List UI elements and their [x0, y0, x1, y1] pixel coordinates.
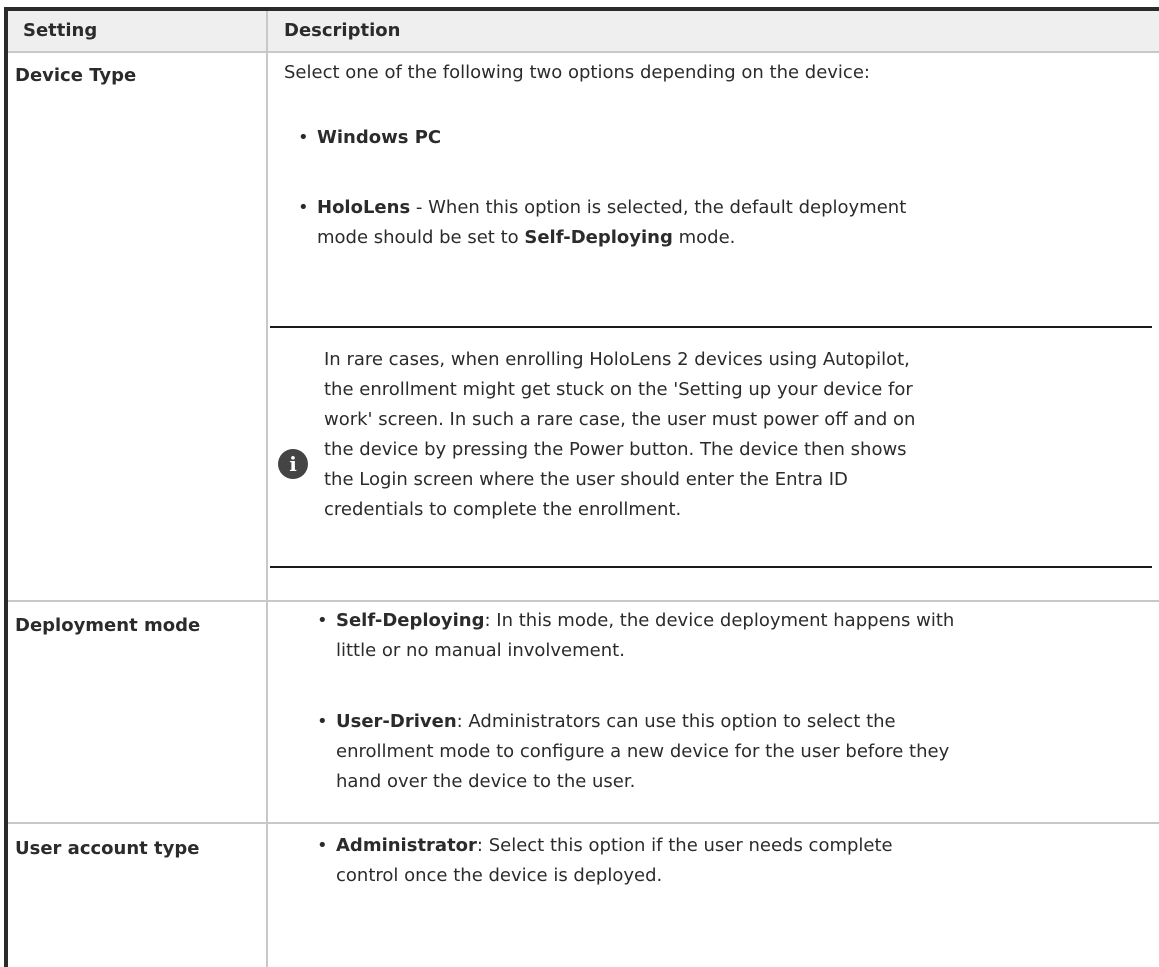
option-administrator: Administrator	[336, 835, 477, 856]
bullet: •	[298, 127, 309, 148]
bullet: •	[317, 835, 328, 856]
option-user-driven: User-Driven	[336, 711, 457, 732]
device-type-intro: Select one of the following two options …	[284, 62, 870, 83]
option-user-driven-desc-3: hand over the device to the user.	[336, 771, 636, 792]
note-line: In rare cases, when enrolling HoloLens 2…	[324, 349, 910, 370]
option-hololens-desc: - When this option is selected, the defa…	[410, 197, 907, 218]
list-item: User-Driven: Administrators can use this…	[336, 707, 949, 797]
list-item: Self-Deploying: In this mode, the device…	[336, 606, 954, 666]
option-hololens: HoloLens	[317, 197, 411, 218]
option-self-deploying-desc-2: little or no manual involvement.	[336, 640, 625, 661]
list-item: HoloLens - When this option is selected,…	[317, 193, 906, 253]
option-self-deploying: Self-Deploying	[336, 610, 485, 631]
note-line: work' screen. In such a rare case, the u…	[324, 409, 916, 430]
bullet: •	[298, 197, 309, 218]
option-administrator-desc: : Select this option if the user needs c…	[476, 835, 893, 856]
setting-user-account-type: User account type	[15, 838, 200, 859]
bullet: •	[317, 711, 328, 732]
list-item: Windows PC	[317, 123, 441, 153]
note-line: the Login screen where the user should e…	[324, 469, 848, 490]
info-icon: i	[278, 449, 308, 479]
option-hololens-mode: Self-Deploying	[524, 227, 673, 248]
note-line: the device by pressing the Power button.…	[324, 439, 907, 460]
header-setting: Setting	[23, 20, 98, 41]
option-hololens-desc-3: mode.	[672, 227, 736, 248]
option-windows-pc: Windows PC	[317, 127, 442, 148]
note-bottom-rule	[270, 566, 1152, 568]
row-divider	[8, 600, 1159, 602]
header-description: Description	[284, 20, 401, 41]
option-administrator-desc-2: control once the device is deployed.	[336, 865, 663, 886]
option-hololens-desc-2: mode should be set to	[317, 227, 525, 248]
setting-deployment-mode: Deployment mode	[15, 615, 201, 636]
note-text: In rare cases, when enrolling HoloLens 2…	[324, 345, 915, 525]
table-header: Setting Description	[8, 11, 1159, 53]
note-top-rule	[270, 326, 1152, 328]
note-line: the enrollment might get stuck on the 'S…	[324, 379, 913, 400]
note-line: credentials to complete the enrollment.	[324, 499, 682, 520]
setting-device-type: Device Type	[15, 65, 137, 86]
list-item: Administrator: Select this option if the…	[336, 831, 893, 891]
option-user-driven-desc-2: enrollment mode to configure a new devic…	[336, 741, 950, 762]
option-user-driven-desc: : Administrators can use this option to …	[456, 711, 896, 732]
option-self-deploying-desc: : In this mode, the device deployment ha…	[484, 610, 955, 631]
row-divider	[8, 822, 1159, 824]
bullet: •	[317, 610, 328, 631]
